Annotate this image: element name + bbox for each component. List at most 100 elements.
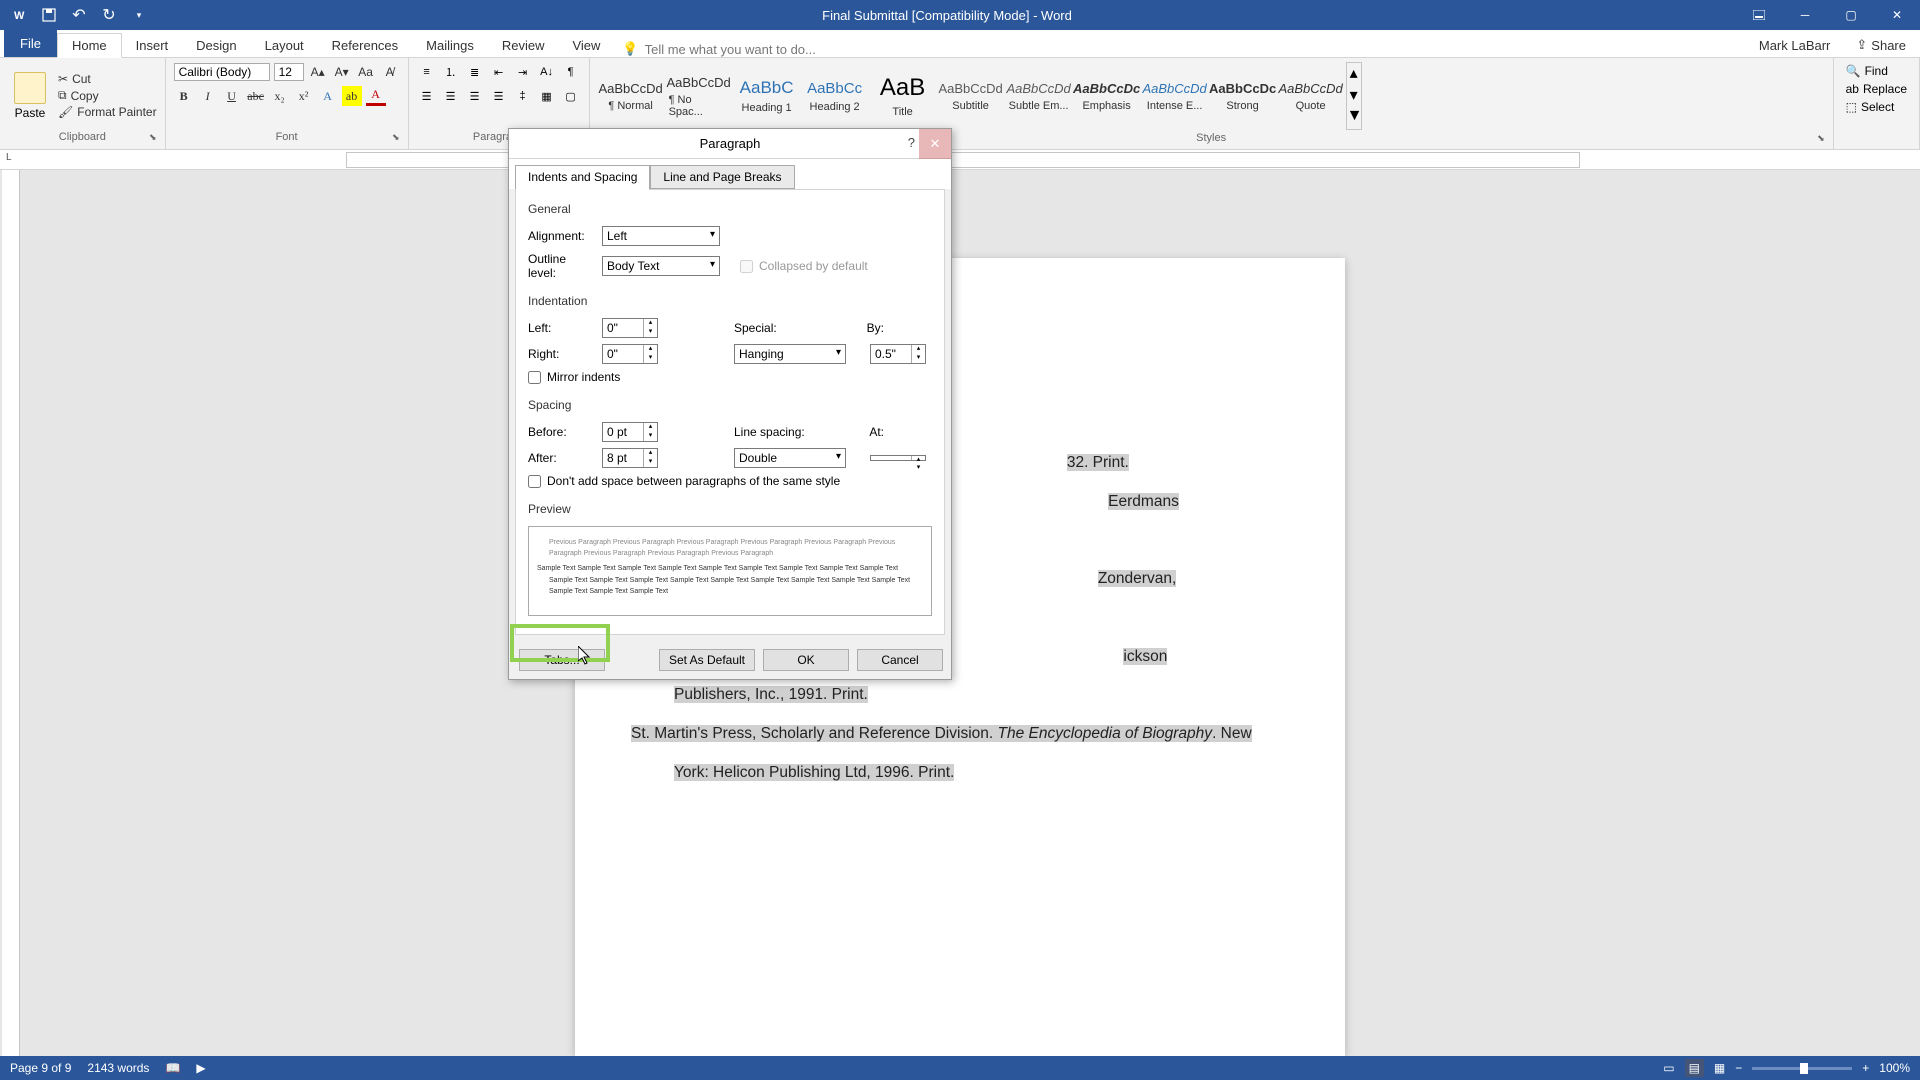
- ok-button[interactable]: OK: [763, 649, 849, 671]
- font-name-input[interactable]: [174, 63, 270, 81]
- indent-left-spinner[interactable]: 0"▴▾: [602, 318, 658, 338]
- tabs-button[interactable]: Tabs...: [519, 649, 605, 671]
- styles-gallery[interactable]: AaBbCcDd¶ Normal AaBbCcDd¶ No Spac... Aa…: [598, 63, 1344, 129]
- save-icon[interactable]: [40, 6, 58, 24]
- close-button[interactable]: ✕: [1874, 0, 1920, 30]
- tab-references[interactable]: References: [318, 34, 412, 57]
- special-select[interactable]: Hanging: [734, 344, 846, 364]
- user-name[interactable]: Mark LaBarr: [1747, 34, 1843, 57]
- replace-button[interactable]: abReplace: [1842, 80, 1911, 98]
- font-launcher-icon[interactable]: ⬊: [392, 132, 400, 143]
- read-mode-icon[interactable]: ▭: [1663, 1061, 1674, 1075]
- multilevel-button[interactable]: ≣: [465, 62, 485, 82]
- show-marks-button[interactable]: ¶: [561, 62, 581, 82]
- zoom-in-button[interactable]: +: [1862, 1061, 1869, 1075]
- tab-selector[interactable]: L: [6, 152, 12, 163]
- style-quote[interactable]: AaBbCcDdQuote: [1278, 63, 1344, 129]
- font-color-button[interactable]: A: [366, 86, 386, 106]
- before-spinner[interactable]: 0 pt▴▾: [602, 422, 658, 442]
- tell-me-search[interactable]: 💡 Tell me what you want to do...: [622, 41, 1746, 57]
- tab-indents-spacing[interactable]: Indents and Spacing: [515, 165, 650, 190]
- sort-button[interactable]: A↓: [537, 62, 557, 82]
- borders-button[interactable]: ▢: [561, 86, 581, 106]
- alignment-select[interactable]: Left: [602, 226, 720, 246]
- qat-dropdown-icon[interactable]: ▾: [130, 6, 148, 24]
- line-spacing-select[interactable]: Double: [734, 448, 846, 468]
- style-heading2[interactable]: AaBbCcHeading 2: [802, 63, 868, 129]
- redo-icon[interactable]: ↻: [100, 6, 118, 24]
- at-spinner[interactable]: ▴▾: [870, 455, 926, 461]
- italic-button[interactable]: I: [198, 86, 218, 106]
- set-default-button[interactable]: Set As Default: [659, 649, 755, 671]
- style-title[interactable]: AaBTitle: [870, 63, 936, 129]
- align-center-button[interactable]: ☰: [441, 86, 461, 106]
- mirror-indents-checkbox[interactable]: [528, 371, 541, 384]
- tab-home[interactable]: Home: [57, 33, 122, 58]
- copy-button[interactable]: ⧉Copy: [58, 88, 157, 103]
- help-button[interactable]: ?: [908, 135, 915, 150]
- style-subtle-emphasis[interactable]: AaBbCcDdSubtle Em...: [1006, 63, 1072, 129]
- maximize-button[interactable]: ▢: [1828, 0, 1874, 30]
- tab-layout[interactable]: Layout: [251, 34, 318, 57]
- increase-indent-button[interactable]: ⇥: [513, 62, 533, 82]
- spelling-icon[interactable]: 📖: [165, 1061, 180, 1075]
- style-emphasis[interactable]: AaBbCcDcEmphasis: [1074, 63, 1140, 129]
- tab-file[interactable]: File: [4, 30, 57, 57]
- shrink-font-button[interactable]: A▾: [332, 62, 352, 82]
- style-normal[interactable]: AaBbCcDd¶ Normal: [598, 63, 664, 129]
- styles-scroll-down[interactable]: ▾: [1347, 85, 1361, 107]
- indent-right-spinner[interactable]: 0"▴▾: [602, 344, 658, 364]
- zoom-level[interactable]: 100%: [1879, 1061, 1910, 1075]
- underline-button[interactable]: U: [222, 86, 242, 106]
- strikethrough-button[interactable]: abc: [246, 86, 266, 106]
- undo-icon[interactable]: ↶: [70, 6, 88, 24]
- numbering-button[interactable]: ⒈: [441, 62, 461, 82]
- horizontal-ruler[interactable]: L: [0, 150, 1920, 170]
- align-left-button[interactable]: ☰: [417, 86, 437, 106]
- font-size-input[interactable]: [274, 63, 304, 81]
- align-right-button[interactable]: ☰: [465, 86, 485, 106]
- text-effects-button[interactable]: A: [318, 86, 338, 106]
- tab-mailings[interactable]: Mailings: [412, 34, 488, 57]
- format-painter-button[interactable]: 🖌Format Painter: [58, 105, 157, 119]
- tab-design[interactable]: Design: [182, 34, 250, 57]
- vertical-ruler[interactable]: [2, 170, 20, 1056]
- zoom-out-button[interactable]: −: [1735, 1061, 1742, 1075]
- paste-button[interactable]: Paste: [8, 70, 52, 122]
- line-spacing-button[interactable]: ‡: [513, 86, 533, 106]
- by-spinner[interactable]: 0.5"▴▾: [870, 344, 926, 364]
- tab-review[interactable]: Review: [488, 34, 559, 57]
- shading-button[interactable]: ▦: [537, 86, 557, 106]
- style-heading1[interactable]: AaBbCHeading 1: [734, 63, 800, 129]
- style-subtitle[interactable]: AaBbCcDdSubtitle: [938, 63, 1004, 129]
- dialog-title-bar[interactable]: Paragraph ? ✕: [509, 129, 951, 159]
- bold-button[interactable]: B: [174, 86, 194, 106]
- bullets-button[interactable]: ≡: [417, 62, 437, 82]
- tab-line-page-breaks[interactable]: Line and Page Breaks: [650, 165, 794, 189]
- cancel-button[interactable]: Cancel: [857, 649, 943, 671]
- styles-expand[interactable]: ▼: [1347, 107, 1361, 129]
- after-spinner[interactable]: 8 pt▴▾: [602, 448, 658, 468]
- tab-insert[interactable]: Insert: [122, 34, 183, 57]
- outline-select[interactable]: Body Text: [602, 256, 720, 276]
- select-button[interactable]: ⬚Select: [1842, 98, 1899, 116]
- tab-view[interactable]: View: [558, 34, 614, 57]
- justify-button[interactable]: ☰: [489, 86, 509, 106]
- subscript-button[interactable]: x₂: [270, 86, 290, 106]
- find-button[interactable]: 🔍Find: [1842, 62, 1892, 80]
- highlight-button[interactable]: ab: [342, 86, 362, 106]
- clear-formatting-button[interactable]: A̸: [380, 62, 400, 82]
- no-space-checkbox[interactable]: [528, 475, 541, 488]
- web-layout-icon[interactable]: ▦: [1714, 1061, 1725, 1075]
- style-nospacing[interactable]: AaBbCcDd¶ No Spac...: [666, 63, 732, 129]
- clipboard-launcher-icon[interactable]: ⬊: [149, 132, 157, 143]
- style-intense-emphasis[interactable]: AaBbCcDdIntense E...: [1142, 63, 1208, 129]
- cut-button[interactable]: ✂Cut: [58, 72, 157, 86]
- styles-launcher-icon[interactable]: ⬊: [1817, 133, 1825, 144]
- superscript-button[interactable]: x²: [294, 86, 314, 106]
- zoom-slider[interactable]: [1752, 1067, 1852, 1070]
- print-layout-icon[interactable]: ▤: [1685, 1059, 1704, 1077]
- decrease-indent-button[interactable]: ⇤: [489, 62, 509, 82]
- change-case-button[interactable]: Aa: [356, 62, 376, 82]
- minimize-button[interactable]: ─: [1782, 0, 1828, 30]
